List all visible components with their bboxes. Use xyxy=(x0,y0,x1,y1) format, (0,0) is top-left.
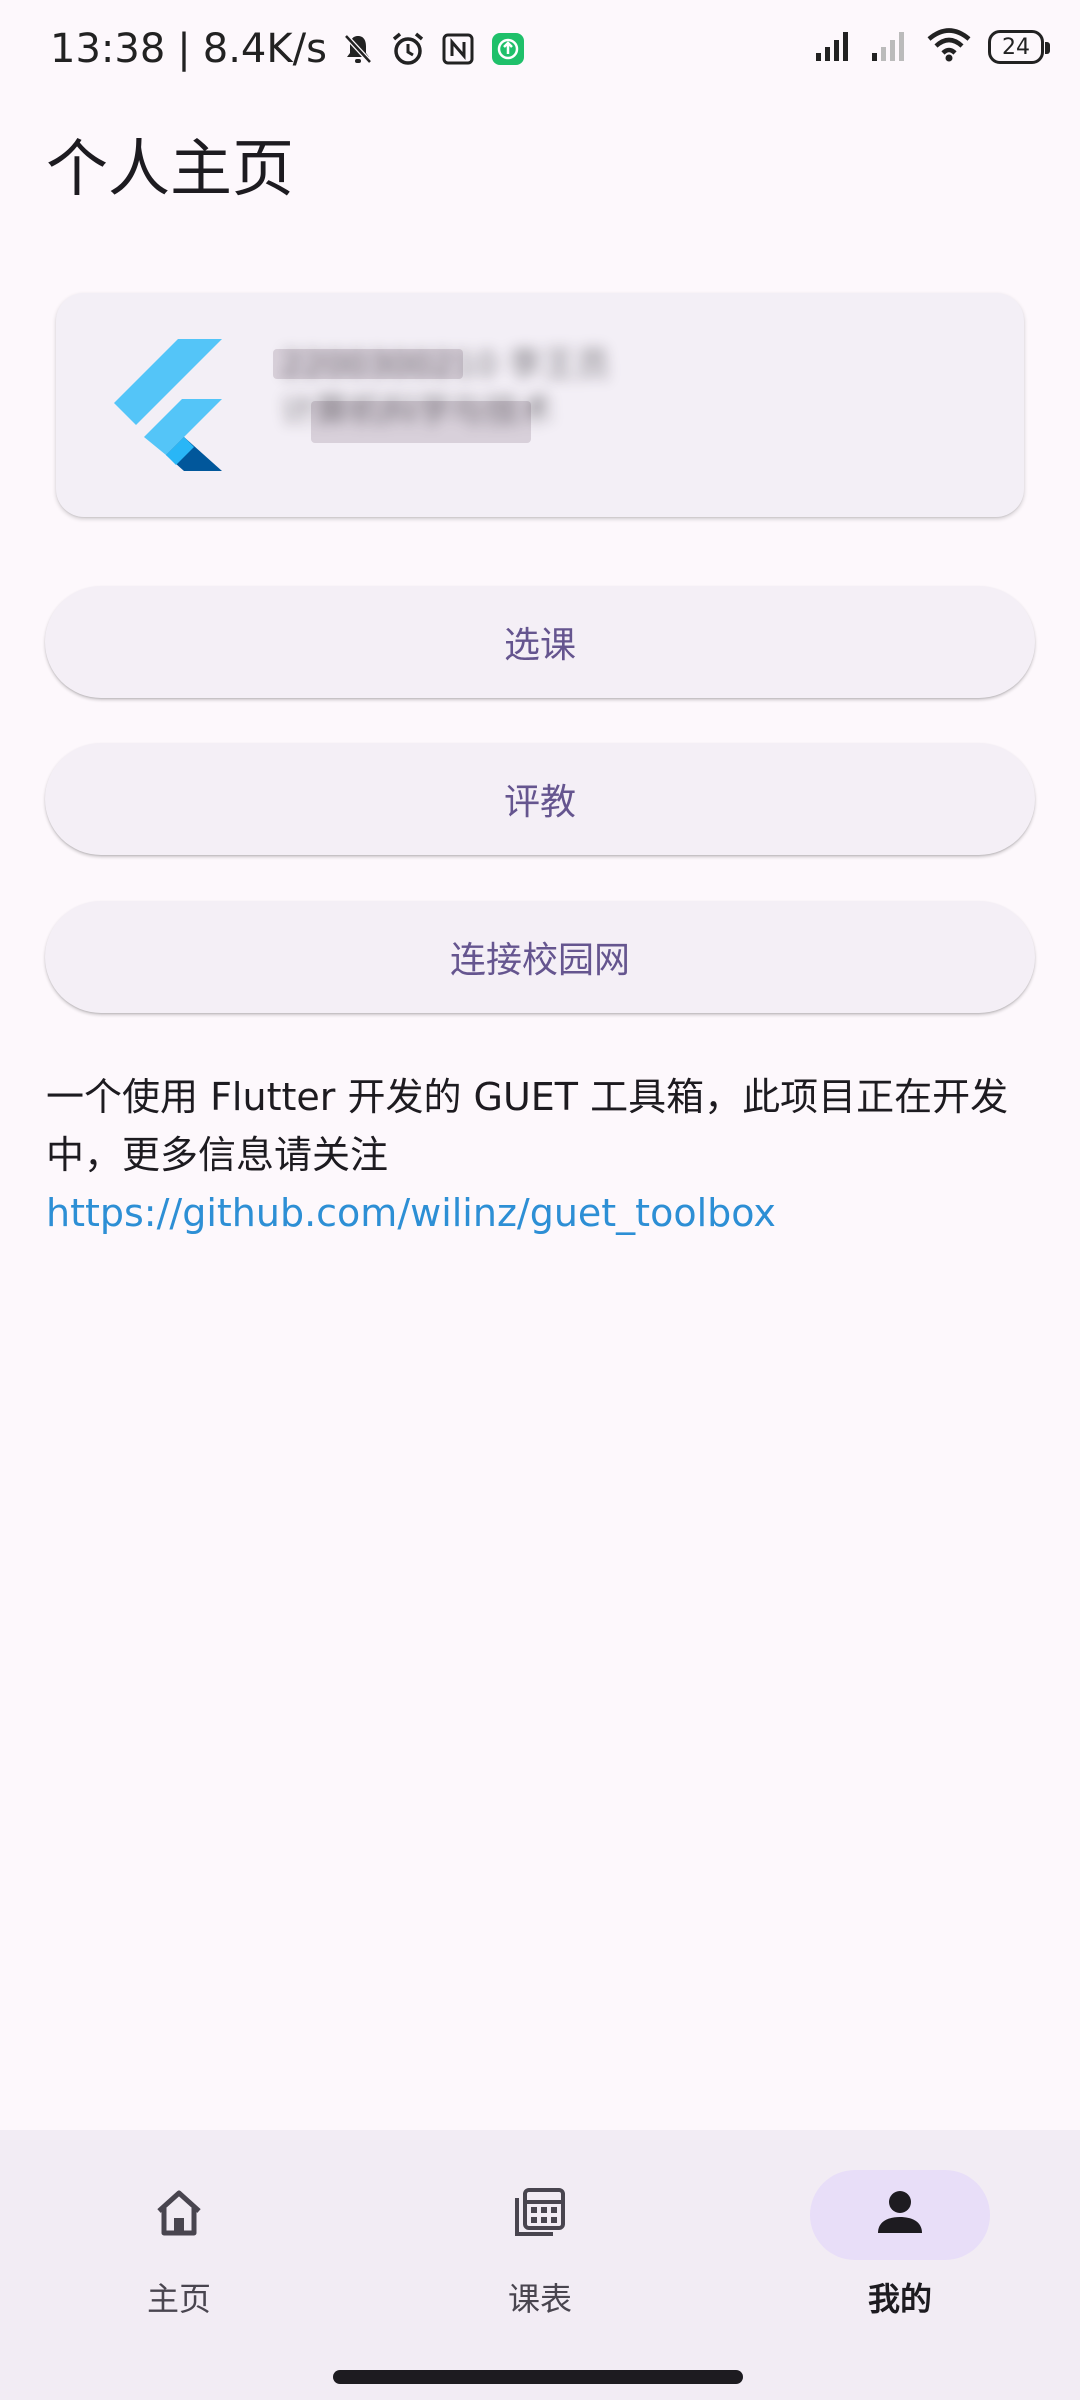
nfc-icon xyxy=(439,30,477,68)
project-description: 一个使用 Flutter 开发的 GUET 工具箱，此项目正在开发中，更多信息请… xyxy=(46,1068,1036,1242)
profile-card: 2200300210 李王员 计算机科学与技术 xyxy=(56,293,1024,517)
home-icon xyxy=(151,2185,207,2245)
nav-item-home[interactable]: 主页 xyxy=(59,2170,299,2330)
profile-info: 2200300210 李王员 计算机科学与技术 xyxy=(273,343,611,443)
flutter-logo-icon xyxy=(114,339,234,471)
profile-major: 计算机科学与技术 xyxy=(281,390,553,431)
battery-level: 24 xyxy=(1002,34,1030,60)
profile-student-info: 2200300210 李王员 xyxy=(281,345,611,385)
evaluate-teaching-button[interactable]: 评教 xyxy=(45,743,1035,855)
calendar-grid-icon xyxy=(511,2184,569,2246)
app-update-icon xyxy=(489,30,527,68)
status-separator: | xyxy=(177,26,191,72)
github-link[interactable]: https://github.com/wilinz/guet_toolbox xyxy=(46,1191,776,1235)
wifi-icon xyxy=(926,28,972,66)
select-course-button[interactable]: 选课 xyxy=(45,586,1035,698)
nav-label-mine: 我的 xyxy=(867,2280,932,2318)
nav-indicator-home xyxy=(89,2170,269,2260)
net-speed: 8.4K/s xyxy=(202,26,327,72)
nav-indicator-schedule xyxy=(450,2170,630,2260)
alarm-icon xyxy=(389,30,427,68)
status-left: 13:38 | 8.4K/s xyxy=(50,26,527,72)
person-icon xyxy=(872,2185,928,2245)
nav-item-mine[interactable]: 我的 xyxy=(780,2170,1020,2330)
description-text: 一个使用 Flutter 开发的 GUET 工具箱，此项目正在开发中，更多信息请… xyxy=(46,1075,1009,1177)
page-title: 个人主页 xyxy=(46,132,295,205)
nav-indicator-mine xyxy=(810,2170,990,2260)
status-bar: 13:38 | 8.4K/s 24 xyxy=(0,0,1080,105)
status-right: 24 xyxy=(814,28,1050,66)
nav-label-schedule: 课表 xyxy=(507,2280,572,2318)
status-time: 13:38 xyxy=(50,26,166,72)
signal-weak-icon xyxy=(870,29,910,65)
gesture-home-indicator[interactable] xyxy=(333,2370,743,2384)
bottom-navigation-bar: 主页 课表 我的 xyxy=(0,2130,1080,2400)
connect-campus-network-button[interactable]: 连接校园网 xyxy=(45,901,1035,1013)
nav-item-schedule[interactable]: 课表 xyxy=(420,2170,660,2330)
nav-label-home: 主页 xyxy=(146,2280,211,2318)
battery-icon: 24 xyxy=(988,30,1050,64)
mute-bell-icon xyxy=(339,30,377,68)
signal-icon xyxy=(814,29,854,65)
